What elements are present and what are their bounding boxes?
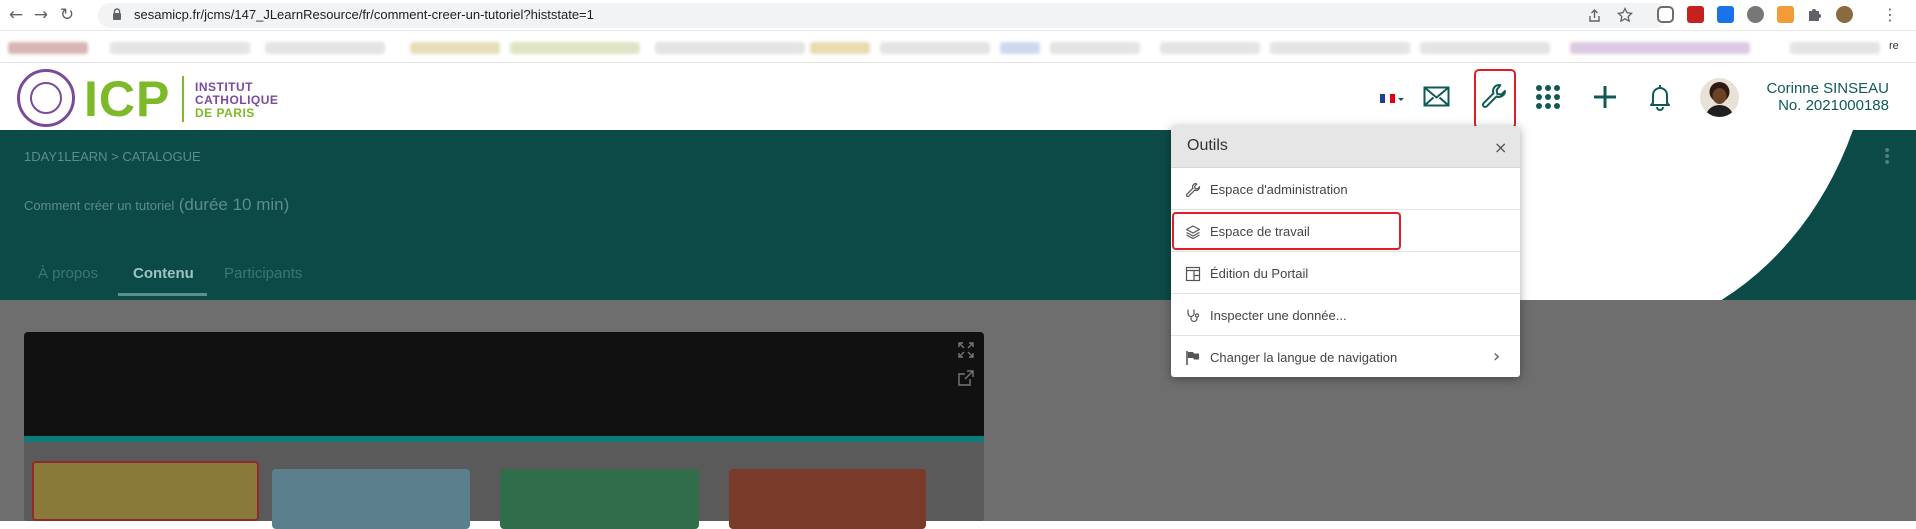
reload-icon[interactable]: ↻ xyxy=(55,3,79,27)
bookmark[interactable] xyxy=(1570,42,1750,54)
slide-thumbnail[interactable] xyxy=(272,469,470,529)
tab-participants[interactable]: Participants xyxy=(224,265,302,282)
avatar[interactable] xyxy=(1700,78,1739,117)
bookmark[interactable] xyxy=(1160,42,1260,54)
icp-seal-logo[interactable] xyxy=(17,69,75,127)
menu-item-label: Espace d'administration xyxy=(1210,182,1348,197)
stethoscope-icon xyxy=(1187,309,1200,323)
slide-thumbnail[interactable] xyxy=(729,469,926,529)
bookmark[interactable] xyxy=(410,42,500,54)
user-name[interactable]: Corinne SINSEAU xyxy=(1766,80,1889,97)
lock-icon xyxy=(113,8,121,20)
layout-icon xyxy=(1185,266,1201,282)
tab-contenu[interactable]: Contenu xyxy=(133,265,194,282)
bookmark[interactable] xyxy=(1270,42,1410,54)
bookmark[interactable] xyxy=(1420,42,1550,54)
menu-item-changer-langue[interactable]: Changer la langue de navigation › xyxy=(1171,337,1520,378)
flag-fr-language-icon[interactable] xyxy=(1380,93,1408,105)
page-title: Comment créer un tutoriel (durée 10 min) xyxy=(24,195,289,215)
wrench-icon xyxy=(1185,182,1201,198)
active-tab-indicator xyxy=(118,293,207,296)
bookmark-label[interactable]: re xyxy=(1889,40,1899,52)
popover-header: Outils × xyxy=(1171,126,1520,168)
apps-grid-icon[interactable] xyxy=(1535,84,1561,110)
menu-item-label: Inspecter une donnée... xyxy=(1210,308,1347,323)
bookmark[interactable] xyxy=(510,42,640,54)
bookmarks-bar: re xyxy=(0,31,1916,63)
menu-item-inspecter-donnee[interactable]: Inspecter une donnée... xyxy=(1171,295,1520,336)
bookmark[interactable] xyxy=(810,42,870,54)
puzzle-icon[interactable] xyxy=(1806,6,1823,23)
flag-icon xyxy=(1186,351,1199,365)
fullscreen-icon[interactable] xyxy=(958,342,974,358)
bookmark[interactable] xyxy=(1000,42,1040,54)
user-name-block[interactable]: Corinne SINSEAU No. 2021000188 xyxy=(1766,80,1889,114)
logo-sub-line-1: INSTITUT xyxy=(195,80,253,94)
rss-extension-icon[interactable] xyxy=(1777,6,1794,23)
logo-sub-line-2: CATHOLIQUE xyxy=(195,93,279,107)
tools-popover: Outils × Espace d'administration Espace … xyxy=(1171,126,1520,377)
browser-menu-icon[interactable]: ⋮ xyxy=(1878,3,1902,27)
browser-toolbar: ← → ↻ sesamicp.fr/jcms/147_JLearnResourc… xyxy=(0,0,1916,31)
menu-item-label: Changer la langue de navigation xyxy=(1210,350,1398,365)
more-options-icon[interactable]: • • • xyxy=(1883,144,1891,170)
tab-a-propos[interactable]: À propos xyxy=(38,265,98,282)
bookmark[interactable] xyxy=(265,42,385,54)
pdf-extension-icon[interactable] xyxy=(1687,6,1704,23)
forward-icon[interactable]: → xyxy=(29,3,53,27)
bookmark[interactable] xyxy=(1050,42,1140,54)
bell-icon[interactable] xyxy=(1648,83,1672,111)
logo-separator xyxy=(182,76,184,122)
user-number: No. 2021000188 xyxy=(1778,97,1889,114)
logo-sub-line-3: DE PARIS xyxy=(195,106,255,120)
espace-de-travail-highlight xyxy=(1172,212,1401,250)
bookmark[interactable] xyxy=(1790,42,1880,54)
slide-thumbnail[interactable] xyxy=(32,461,259,521)
bookmark[interactable] xyxy=(880,42,990,54)
back-icon[interactable]: ← xyxy=(4,3,28,27)
close-icon[interactable]: × xyxy=(1494,138,1507,157)
menu-item-label: Édition du Portail xyxy=(1210,266,1309,281)
extension-blue-icon[interactable] xyxy=(1717,6,1734,23)
menu-item-espace-administration[interactable]: Espace d'administration xyxy=(1171,169,1520,210)
extension-grey-icon[interactable] xyxy=(1747,6,1764,23)
profile-avatar-icon[interactable] xyxy=(1836,6,1853,23)
page-title-duration: (durée 10 min) xyxy=(178,195,290,214)
mail-icon[interactable] xyxy=(1423,86,1450,107)
plus-icon[interactable] xyxy=(1592,84,1618,110)
logo-icp-text[interactable]: ICP xyxy=(84,70,170,128)
page-title-text: Comment créer un tutoriel xyxy=(24,198,175,213)
star-icon[interactable] xyxy=(1617,7,1633,23)
menu-item-edition-du-portail[interactable]: Édition du Portail xyxy=(1171,253,1520,294)
bookmark[interactable] xyxy=(110,42,250,54)
bookmark[interactable] xyxy=(655,42,805,54)
share-icon[interactable] xyxy=(1587,8,1602,23)
breadcrumb[interactable]: 1DAY1LEARN > CATALOGUE xyxy=(24,149,201,164)
chevron-right-icon: › xyxy=(1493,346,1501,367)
slide-thumbnail[interactable] xyxy=(500,469,699,529)
popover-arrow xyxy=(1486,117,1504,126)
popover-title: Outils xyxy=(1187,137,1228,154)
address-bar-text[interactable]: sesamicp.fr/jcms/147_JLearnResource/fr/c… xyxy=(134,7,594,22)
app-header xyxy=(0,63,1916,130)
pocket-extension-icon[interactable] xyxy=(1657,6,1674,23)
bookmark[interactable] xyxy=(8,42,88,54)
external-link-icon[interactable] xyxy=(958,370,974,386)
